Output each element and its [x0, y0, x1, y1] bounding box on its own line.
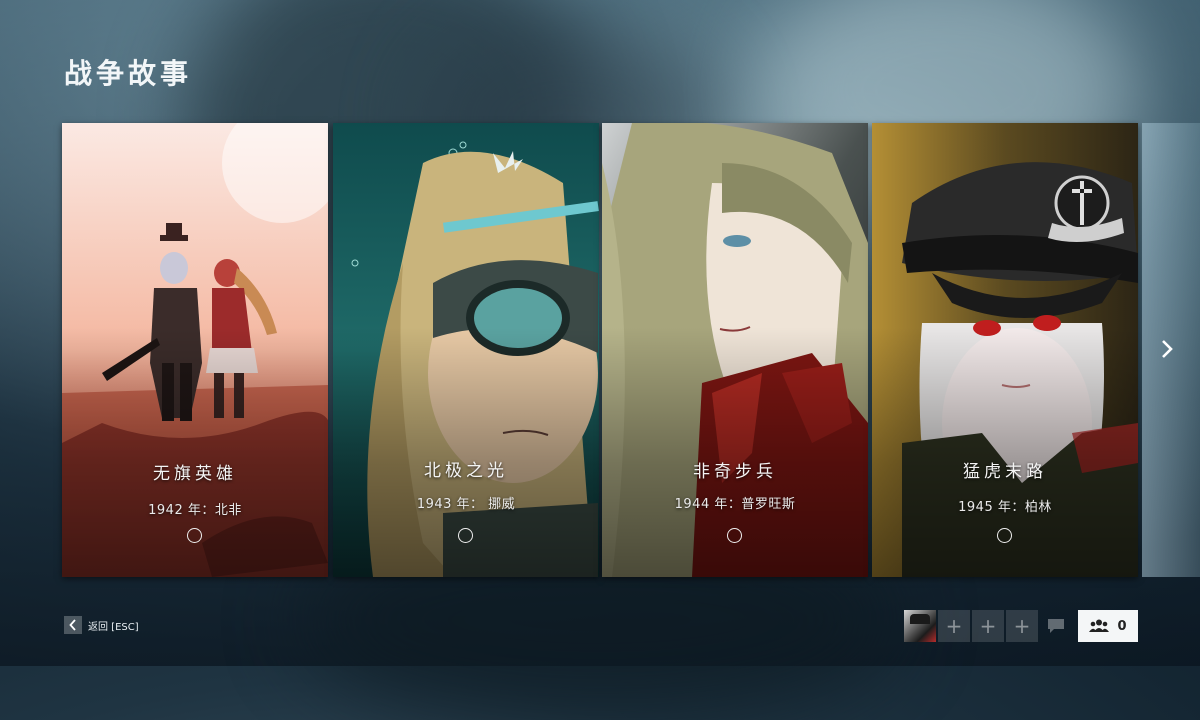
invite-slot-2[interactable]: + [972, 610, 1004, 642]
plus-icon: + [945, 614, 963, 638]
story-subtitle: 1942 年：北非 [148, 503, 242, 518]
story-progress-ring-icon [187, 528, 202, 543]
story-card-1[interactable]: 无旗英雄 1942 年：北非 [62, 123, 328, 577]
chat-bubble-icon [1048, 619, 1064, 633]
avatar[interactable] [904, 610, 936, 642]
invite-slot-1[interactable]: + [938, 610, 970, 642]
back-label: 返回 [ESC] [88, 621, 139, 633]
story-progress-ring-icon [727, 528, 742, 543]
story-subtitle: 1945 年：柏林 [958, 500, 1052, 515]
story-card-3[interactable]: 非奇步兵 1944 年：普罗旺斯 [602, 123, 868, 577]
story-title: 北极之光 [424, 461, 508, 481]
chevron-left-icon [64, 616, 82, 634]
people-icon [1089, 619, 1110, 632]
party-count-button[interactable]: 0 [1078, 610, 1138, 642]
story-card-4[interactable]: 猛虎末路 1945 年：柏林 [872, 123, 1138, 577]
squad-bar: + + + 0 [904, 610, 1138, 642]
story-subtitle: 1943 年： 挪威 [416, 497, 516, 512]
chat-button[interactable] [1040, 610, 1072, 642]
story-progress-ring-icon [458, 528, 473, 543]
story-title: 非奇步兵 [693, 462, 777, 482]
story-carousel: 无旗英雄 1942 年：北非 北极之光 1943 年： 挪威 非奇步兵 1944… [62, 123, 1200, 579]
plus-icon: + [979, 614, 997, 638]
page-title: 战争故事 [64, 57, 193, 90]
plus-icon: + [1013, 614, 1031, 638]
story-title: 无旗英雄 [153, 464, 237, 484]
story-subtitle: 1944 年：普罗旺斯 [674, 497, 796, 512]
invite-slot-3[interactable]: + [1006, 610, 1038, 642]
back-button[interactable]: 返回 [ESC] [64, 616, 139, 634]
party-count: 0 [1117, 618, 1127, 634]
story-card-2[interactable]: 北极之光 1943 年： 挪威 [333, 123, 599, 577]
story-progress-ring-icon [997, 528, 1012, 543]
chevron-right-icon[interactable] [1160, 338, 1174, 365]
story-title: 猛虎末路 [963, 462, 1047, 482]
